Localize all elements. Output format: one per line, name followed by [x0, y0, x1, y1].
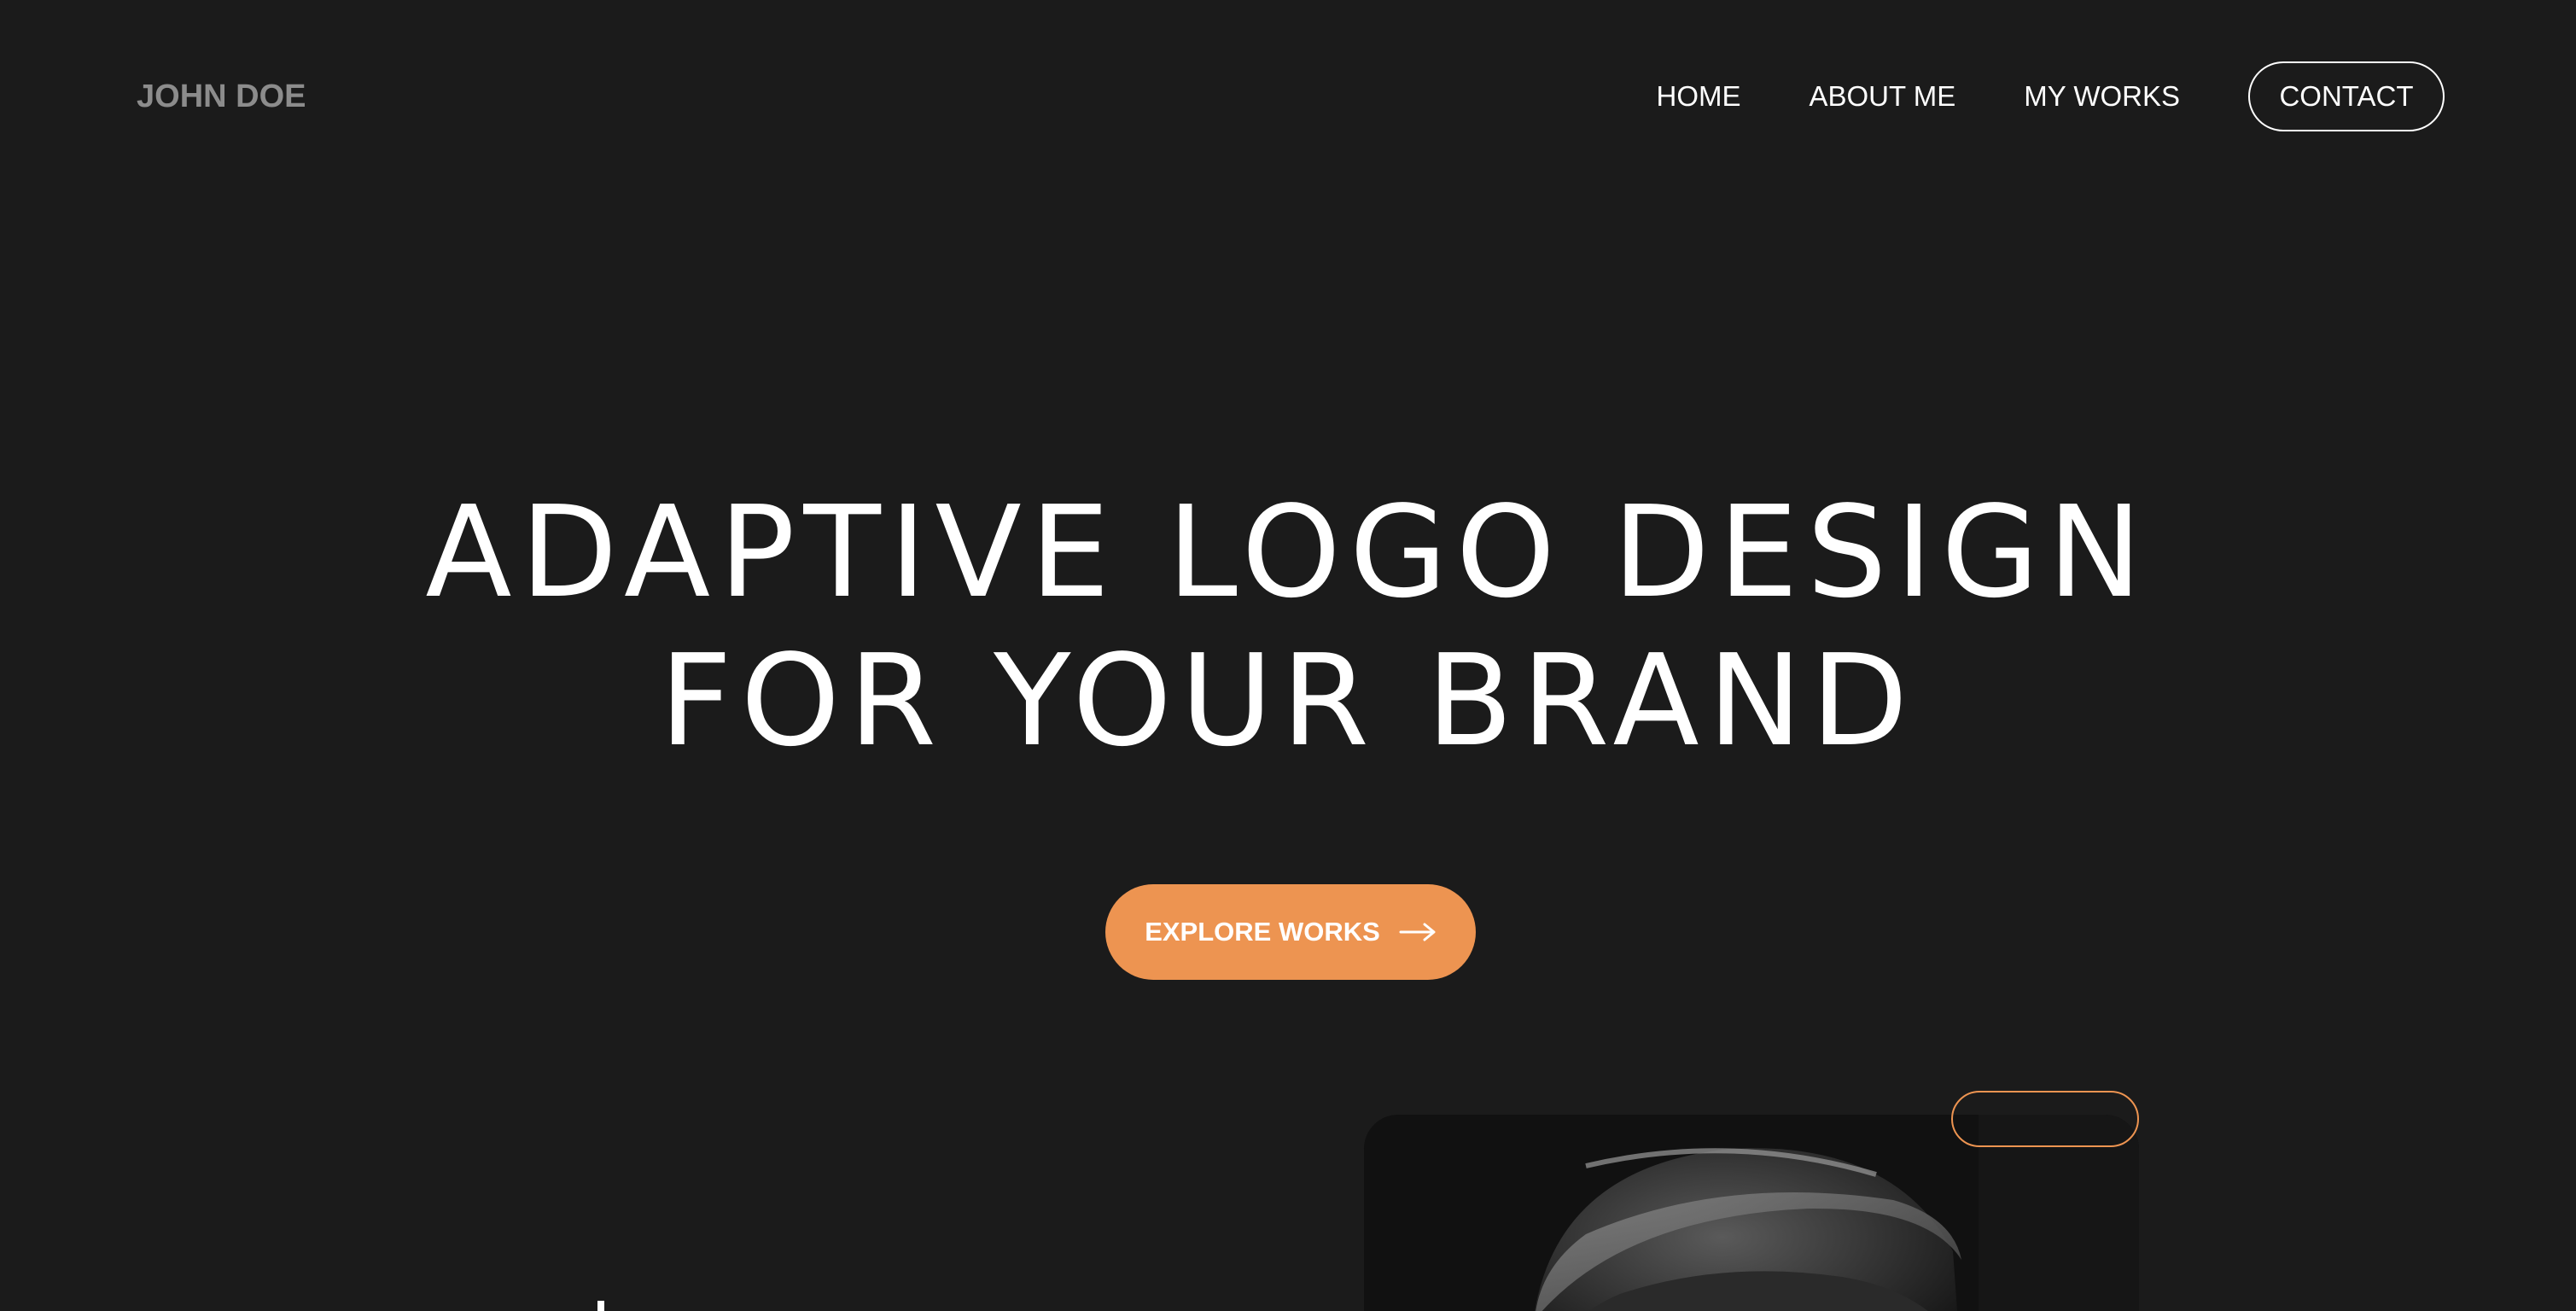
partial-text-glyph — [597, 1301, 604, 1311]
hero-title-line-1: ADAPTIVE LOGO DESIGN — [425, 479, 2151, 626]
hero-title: ADAPTIVE LOGO DESIGN FOR YOUR BRAND — [0, 478, 2576, 775]
hero-section: ADAPTIVE LOGO DESIGN FOR YOUR BRAND — [0, 478, 2576, 775]
explore-works-label: EXPLORE WORKS — [1145, 917, 1380, 947]
nav-works-link[interactable]: MY WORKS — [2024, 79, 2180, 114]
main-nav: HOME ABOUT ME MY WORKS CONTACT — [1588, 61, 2445, 131]
explore-works-button[interactable]: EXPLORE WORKS — [1105, 884, 1476, 980]
page: JOHN DOE HOME ABOUT ME MY WORKS CONTACT … — [0, 0, 2576, 1311]
site-logo[interactable]: JOHN DOE — [137, 77, 306, 116]
contact-button[interactable]: CONTACT — [2248, 61, 2445, 131]
nav-home-link[interactable]: HOME — [1656, 79, 1740, 114]
hero-title-line-2: FOR YOUR BRAND — [659, 627, 1917, 774]
arrow-right-icon — [1399, 923, 1436, 941]
portrait-tag-outline — [1951, 1091, 2139, 1147]
nav-about-link[interactable]: ABOUT ME — [1809, 79, 1955, 114]
